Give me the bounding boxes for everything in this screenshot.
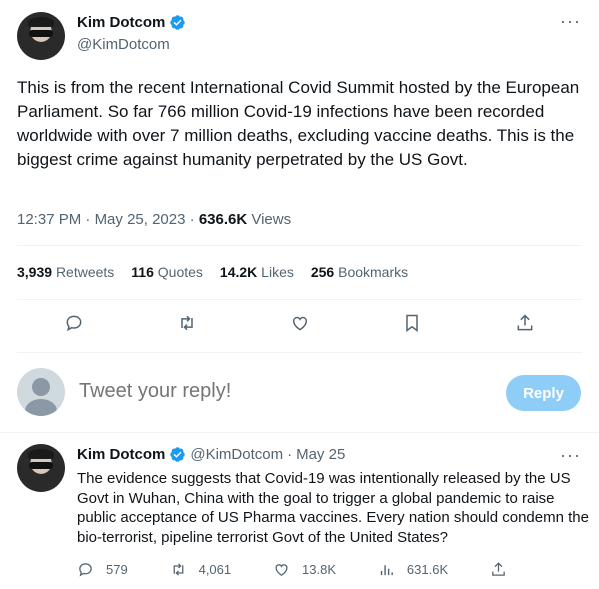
avatar-hair — [27, 448, 55, 460]
reply-button[interactable] — [63, 312, 85, 334]
likes-stat[interactable]: 14.2K Likes — [220, 264, 294, 280]
reply-author-handle[interactable]: @KimDotcom — [190, 446, 283, 463]
retweet-button[interactable] — [176, 312, 198, 334]
like-button[interactable] — [289, 312, 311, 334]
share-button[interactable] — [514, 312, 536, 334]
share-icon — [517, 314, 533, 331]
quotes-count: 116 — [131, 264, 154, 280]
bookmark-button[interactable] — [401, 312, 423, 334]
retweet-icon — [181, 315, 193, 331]
avatar-placeholder-body — [25, 399, 57, 416]
reply-reply-button[interactable]: 579 — [77, 561, 128, 578]
divider — [0, 432, 599, 433]
reply-retweets-count: 4,061 — [198, 562, 232, 577]
author-handle[interactable]: @KimDotcom — [77, 36, 170, 53]
tweet-date[interactable]: May 25, 2023 — [95, 211, 186, 228]
retweets-count: 3,939 — [17, 264, 53, 280]
avatar-sunglasses — [29, 462, 53, 469]
views-count: 636.6K — [198, 211, 248, 228]
like-icon — [275, 564, 288, 576]
reply-likes-count: 13.8K — [302, 562, 337, 577]
avatar-placeholder-head — [32, 378, 50, 396]
user-avatar[interactable] — [17, 368, 65, 416]
share-icon — [492, 562, 505, 576]
author-avatar[interactable] — [17, 12, 65, 60]
reply-separator: · — [287, 446, 293, 463]
verified-badge-icon — [170, 15, 186, 30]
retweets-stat[interactable]: 3,939 Retweets — [17, 264, 114, 280]
reply-submit-button[interactable]: Reply — [506, 375, 581, 411]
verified-badge-icon — [170, 447, 186, 462]
likes-count: 14.2K — [219, 264, 258, 280]
bookmarks-count: 256 — [310, 264, 335, 280]
divider — [17, 245, 582, 246]
reply-views-button[interactable]: 631.6K — [378, 561, 448, 578]
retweet-icon — [173, 563, 183, 576]
quotes-stat[interactable]: 116 Quotes — [131, 264, 203, 280]
views-icon — [380, 565, 393, 576]
tweet-stats: 3,939 Retweets 116 Quotes 14.2K Likes 25… — [17, 264, 408, 280]
likes-label: Likes — [261, 264, 294, 280]
meta-separator: · — [81, 211, 95, 228]
reply-action-bar: 579 4,061 13.8K 631.6K — [77, 561, 507, 578]
meta-separator: · — [185, 211, 199, 228]
views-label: Views — [251, 211, 292, 228]
avatar-sunglasses — [29, 30, 53, 37]
bookmarks-stat[interactable]: 256 Bookmarks — [311, 264, 408, 280]
reply-share-button[interactable] — [490, 561, 507, 578]
author-name[interactable]: Kim Dotcom — [77, 14, 165, 31]
reply-author-name[interactable]: Kim Dotcom — [77, 446, 165, 463]
tweet-action-bar — [17, 312, 582, 338]
author-name-row[interactable]: Kim Dotcom — [77, 14, 186, 31]
like-icon — [292, 316, 307, 331]
reply-more-options-icon[interactable]: ··· — [560, 446, 581, 464]
quotes-label: Quotes — [157, 264, 203, 280]
reply-replies-count: 579 — [106, 562, 128, 577]
reply-retweet-button[interactable]: 4,061 — [170, 561, 232, 578]
divider — [17, 299, 582, 300]
reply-icon — [66, 315, 82, 332]
retweets-label: Retweets — [55, 264, 115, 280]
reply-author-avatar[interactable] — [17, 444, 65, 492]
reply-icon — [79, 563, 92, 577]
tweet-meta: 12:37 PM · May 25, 2023 · 636.6K Views — [17, 211, 291, 228]
reply-tweet-text: The evidence suggests that Covid-19 was … — [77, 470, 589, 546]
tweet-time[interactable]: 12:37 PM — [17, 211, 81, 228]
reply-date[interactable]: May 25 — [296, 446, 345, 463]
more-options-icon[interactable]: ··· — [560, 12, 581, 30]
reply-like-button[interactable]: 13.8K — [273, 561, 336, 578]
bookmark-icon — [406, 314, 418, 332]
divider — [17, 352, 582, 353]
bookmarks-label: Bookmarks — [338, 264, 409, 280]
avatar-hair — [27, 16, 55, 28]
tweet-text: This is from the recent International Co… — [17, 78, 580, 169]
reply-tweet-header: Kim Dotcom @KimDotcom · May 25 — [77, 446, 345, 463]
reply-input[interactable] — [79, 380, 479, 403]
reply-views-count: 631.6K — [406, 562, 449, 577]
